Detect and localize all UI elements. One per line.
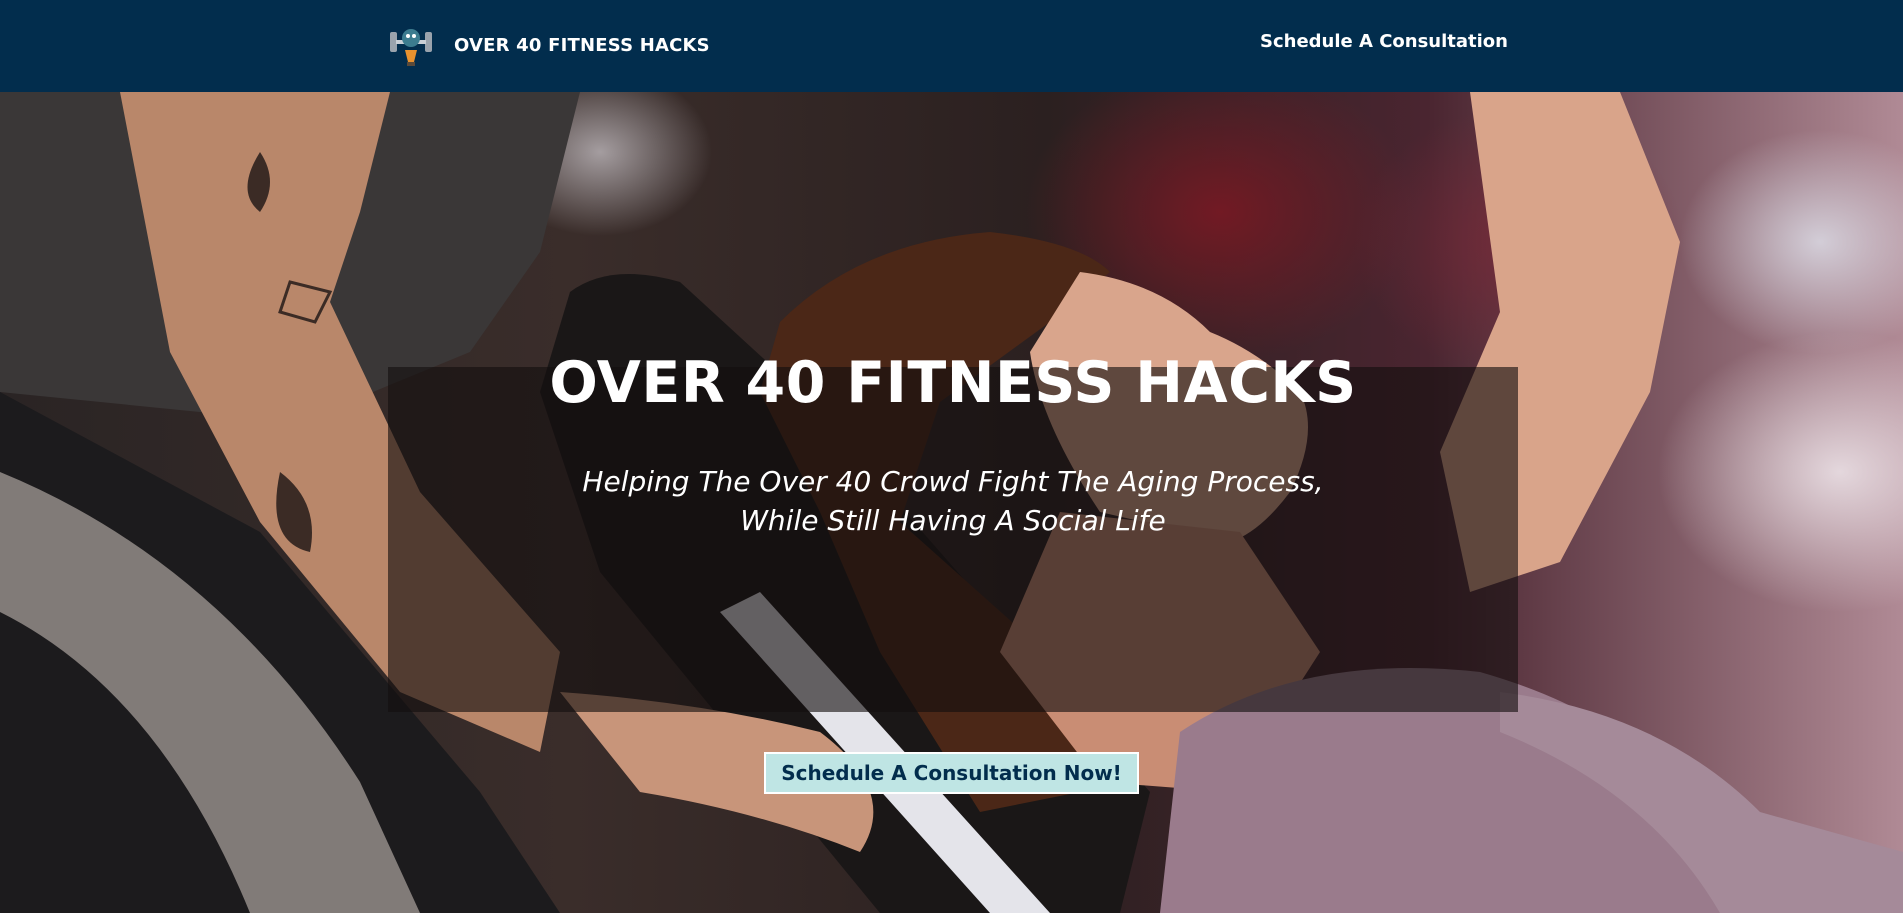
hero-subtitle-line-1: Helping The Over 40 Crowd Fight The Agin… [582,465,1324,498]
site-header: OVER 40 FITNESS HACKS Schedule A Consult… [0,0,1903,92]
nav-schedule-consultation-link[interactable]: Schedule A Consultation [1260,31,1508,52]
hero-subtitle-line-2: While Still Having A Social Life [740,504,1166,537]
brand-name: OVER 40 FITNESS HACKS [454,34,710,56]
hero-subtitle: Helping The Over 40 Crowd Fight The Agin… [388,462,1518,540]
schedule-consultation-now-button[interactable]: Schedule A Consultation Now! [764,752,1139,794]
hero-title: OVER 40 FITNESS HACKS [549,350,1357,416]
dumbbell-mascot-icon [390,29,432,66]
brand-home-link[interactable]: OVER 40 FITNESS HACKS [388,22,710,68]
